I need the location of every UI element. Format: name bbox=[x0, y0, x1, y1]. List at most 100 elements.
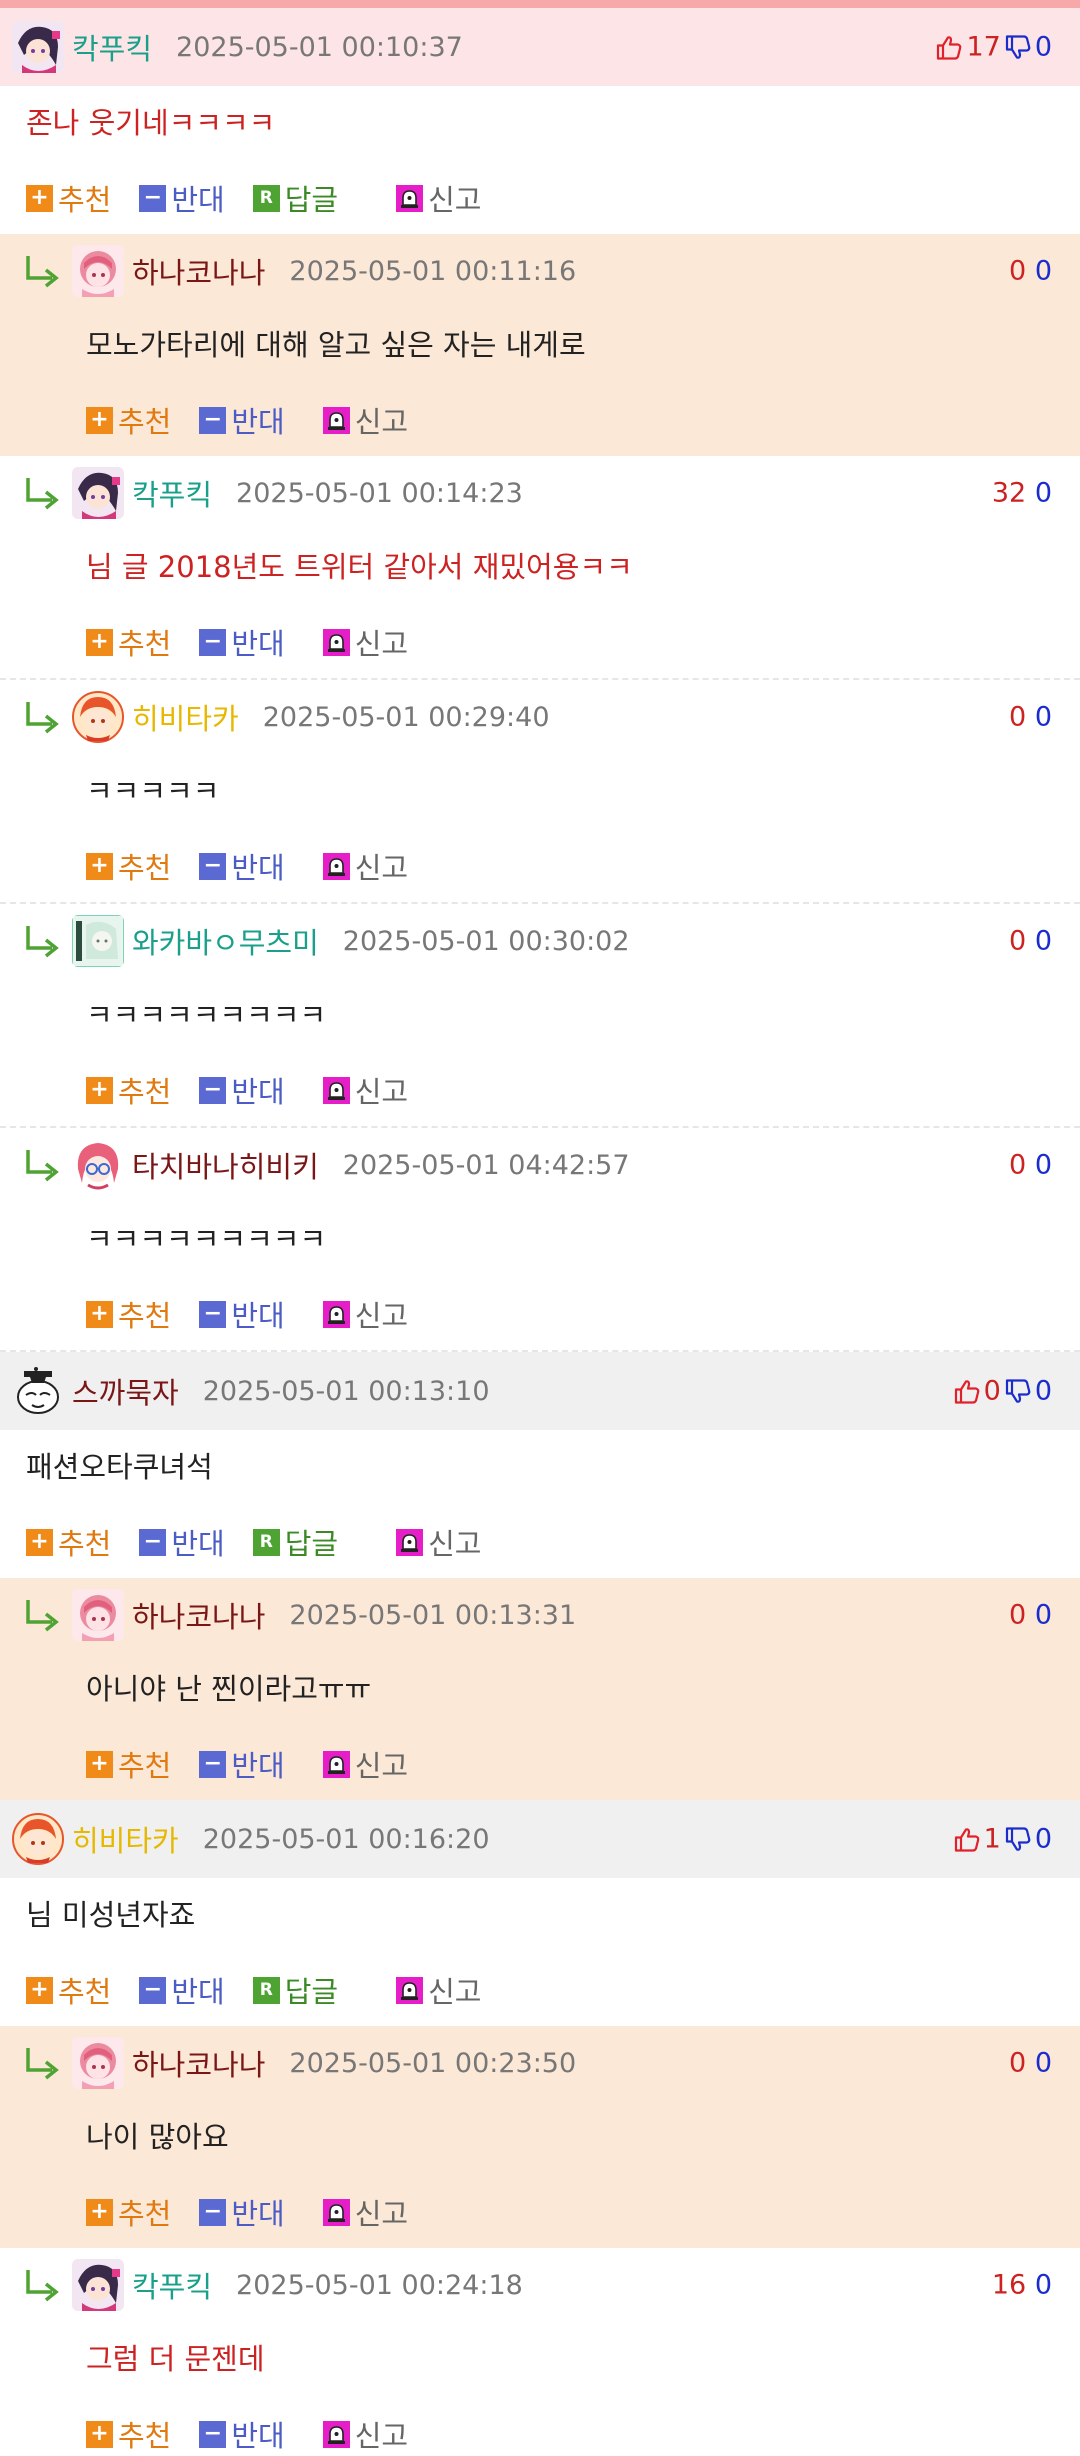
siren-icon bbox=[322, 406, 350, 434]
oppose-button[interactable]: − 반대 bbox=[139, 1521, 225, 1563]
nickname[interactable]: 스까묵자 bbox=[72, 1370, 179, 1412]
reply-button[interactable]: R 답글 bbox=[252, 1969, 339, 2011]
avatar[interactable] bbox=[72, 1139, 124, 1191]
report-button[interactable]: 신고 bbox=[322, 2413, 408, 2455]
comment-actions: + 추천 − 반대 R 답글 신고 bbox=[0, 1954, 1080, 2026]
comment-actions: + 추천 − 반대 R 답글 신고 bbox=[0, 162, 1080, 234]
recommend-label: 추천 bbox=[58, 1975, 112, 2009]
oppose-button[interactable]: − 반대 bbox=[199, 845, 285, 887]
report-label: 신고 bbox=[354, 1749, 409, 1783]
oppose-button[interactable]: − 반대 bbox=[199, 1293, 285, 1335]
oppose-button[interactable]: − 반대 bbox=[139, 177, 225, 219]
nickname[interactable]: 와카바ㅇ무츠미 bbox=[132, 920, 319, 962]
report-button[interactable]: 신고 bbox=[396, 1969, 482, 2011]
recommend-label: 추천 bbox=[118, 405, 172, 439]
thumbs-down-icon[interactable] bbox=[1004, 1377, 1032, 1405]
recommend-button[interactable]: + 추천 bbox=[86, 2191, 171, 2233]
recommend-button[interactable]: + 추천 bbox=[86, 399, 171, 441]
thumbs-down-icon[interactable] bbox=[1004, 33, 1032, 61]
minus-icon: − bbox=[139, 184, 167, 212]
oppose-button[interactable]: − 반대 bbox=[199, 1069, 285, 1111]
avatar[interactable] bbox=[72, 2259, 124, 2311]
oppose-button[interactable]: − 반대 bbox=[199, 621, 285, 663]
report-button[interactable]: 신고 bbox=[322, 2191, 408, 2233]
recommend-button[interactable]: + 추천 bbox=[86, 1069, 171, 1111]
oppose-button[interactable]: − 반대 bbox=[199, 1743, 285, 1785]
report-button[interactable]: 신고 bbox=[322, 1743, 409, 1785]
reply-arrow-icon bbox=[26, 926, 59, 958]
downvote-count: 0 bbox=[1034, 1823, 1052, 1855]
recommend-button[interactable]: + 추천 bbox=[26, 177, 111, 219]
comment-header: 칵푸킥 2025-05-01 00:14:23 32 0 bbox=[0, 456, 1080, 530]
nickname[interactable]: 하나코나나 bbox=[132, 2042, 265, 2084]
vote-counts: 0 0 bbox=[1009, 1150, 1052, 1181]
oppose-button[interactable]: − 반대 bbox=[139, 1969, 225, 2011]
report-button[interactable]: 신고 bbox=[322, 399, 409, 441]
upvote-count: 0 bbox=[1009, 701, 1027, 733]
report-button[interactable]: 신고 bbox=[322, 621, 408, 663]
avatar[interactable] bbox=[72, 1589, 124, 1641]
avatar[interactable] bbox=[12, 21, 64, 73]
avatar[interactable] bbox=[72, 2037, 124, 2089]
recommend-button[interactable]: + 추천 bbox=[26, 1521, 111, 1563]
recommend-button[interactable]: + 추천 bbox=[86, 2413, 171, 2455]
avatar[interactable] bbox=[72, 245, 124, 297]
comment-list: 칵푸킥 2025-05-01 00:10:37 17 0 존나 웃기네ㅋㅋㅋㅋ + 추천 − 반… bbox=[0, 8, 1080, 2456]
avatar[interactable] bbox=[72, 691, 124, 743]
vote-counts: 32 0 bbox=[992, 478, 1052, 509]
report-label: 신고 bbox=[354, 405, 409, 439]
downvote-count: 0 bbox=[1034, 31, 1052, 63]
upvote-count: 0 bbox=[1009, 2047, 1027, 2079]
upvote-count: 0 bbox=[1009, 1599, 1027, 1631]
report-button[interactable]: 신고 bbox=[396, 177, 482, 219]
comment-actions: + 추천 − 반대 신고 bbox=[0, 2398, 1080, 2456]
reply-comment: 타치바나히비키 2025-05-01 04:42:57 0 0 ㅋㅋㅋㅋㅋㅋㅋㅋㅋ + 추… bbox=[0, 1128, 1080, 1352]
nickname[interactable]: 칵푸킥 bbox=[132, 2264, 212, 2306]
report-button[interactable]: 신고 bbox=[322, 845, 409, 887]
oppose-button[interactable]: − 반대 bbox=[199, 2191, 285, 2233]
plus-icon: + bbox=[86, 852, 113, 880]
comment-text: 모노가타리에 대해 알고 싶은 자는 내게로 bbox=[86, 328, 586, 362]
nickname[interactable]: 히비타카 bbox=[132, 696, 239, 738]
upvote-count: 1 bbox=[983, 1823, 1001, 1855]
report-button[interactable]: 신고 bbox=[396, 1521, 482, 1563]
reply-arrow-icon bbox=[26, 1150, 59, 1182]
avatar[interactable] bbox=[72, 467, 124, 519]
recommend-button[interactable]: + 추천 bbox=[86, 1743, 171, 1785]
downvote-count: 0 bbox=[1034, 1599, 1052, 1631]
recommend-label: 추천 bbox=[58, 183, 112, 217]
avatar[interactable] bbox=[12, 1813, 64, 1865]
nickname[interactable]: 칵푸킥 bbox=[72, 26, 152, 68]
thumbs-down-icon[interactable] bbox=[1004, 1825, 1032, 1853]
plus-icon: + bbox=[86, 2198, 113, 2226]
nickname[interactable]: 하나코나나 bbox=[132, 250, 265, 292]
report-button[interactable]: 신고 bbox=[322, 1293, 408, 1335]
recommend-button[interactable]: + 추천 bbox=[86, 1293, 171, 1335]
avatar[interactable] bbox=[72, 915, 124, 967]
reply-arrow-icon bbox=[26, 256, 59, 288]
reply-button[interactable]: R 답글 bbox=[252, 1521, 338, 1563]
recommend-button[interactable]: + 추천 bbox=[26, 1969, 111, 2011]
recommend-label: 추천 bbox=[118, 2419, 172, 2453]
recommend-button[interactable]: + 추천 bbox=[86, 845, 171, 887]
reply-button[interactable]: R 답글 bbox=[252, 177, 338, 219]
avatar[interactable] bbox=[12, 1365, 64, 1417]
nickname[interactable]: 하나코나나 bbox=[132, 1594, 265, 1636]
nickname[interactable]: 타치바나히비키 bbox=[132, 1144, 319, 1186]
report-button[interactable]: 신고 bbox=[322, 1069, 408, 1111]
nickname[interactable]: 히비타카 bbox=[72, 1818, 179, 1860]
recommend-label: 추천 bbox=[118, 851, 172, 885]
downvote-count: 0 bbox=[1034, 255, 1052, 287]
reply-label: 답글 bbox=[284, 1975, 339, 2009]
downvote-count: 0 bbox=[1034, 701, 1052, 733]
oppose-button[interactable]: − 반대 bbox=[199, 399, 285, 441]
recommend-label: 추천 bbox=[118, 1299, 172, 1333]
nickname[interactable]: 칵푸킥 bbox=[132, 472, 212, 514]
recommend-button[interactable]: + 추천 bbox=[86, 621, 171, 663]
thumbs-up-icon[interactable] bbox=[953, 1377, 981, 1405]
oppose-button[interactable]: − 반대 bbox=[199, 2413, 285, 2455]
thumbs-up-icon[interactable] bbox=[935, 33, 963, 61]
report-label: 신고 bbox=[354, 851, 409, 885]
thumbs-up-icon[interactable] bbox=[953, 1825, 981, 1853]
vote-counts: 0 0 bbox=[1009, 1600, 1052, 1631]
